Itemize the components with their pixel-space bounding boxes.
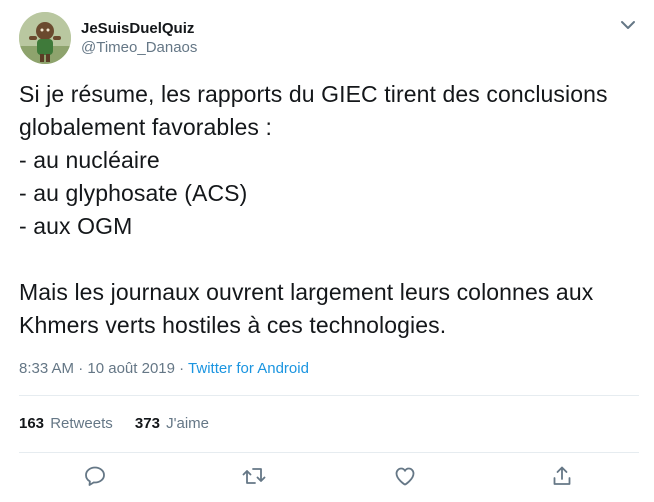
share-button[interactable] (548, 462, 576, 490)
retweet-button[interactable] (240, 462, 268, 490)
tweet-metadata: 8:33 AM · 10 août 2019 · Twitter for And… (19, 359, 309, 379)
more-options-button[interactable] (617, 14, 639, 36)
likes-label: J'aime (166, 415, 209, 432)
divider (19, 452, 639, 453)
retweets-count: 163 (19, 415, 45, 432)
heart-icon (395, 467, 415, 486)
tweet-header: JeSuisDuelQuiz @Timeo_Danaos (19, 12, 639, 64)
user-handle[interactable]: @Timeo_Danaos (81, 38, 197, 57)
retweets-stat[interactable]: 163 Retweets (19, 414, 113, 434)
tweet-text: Si je résume, les rapports du GIEC tiren… (19, 81, 608, 338)
likes-stat[interactable]: 373 J'aime (135, 414, 209, 434)
tweet-card: JeSuisDuelQuiz @Timeo_Danaos Si je résum… (0, 0, 654, 502)
chevron-down-icon (621, 21, 635, 29)
meta-separator-2: · (174, 360, 189, 377)
avatar[interactable] (19, 12, 71, 64)
meta-separator: · (74, 360, 88, 377)
reply-button[interactable] (81, 462, 109, 490)
display-name[interactable]: JeSuisDuelQuiz (81, 19, 197, 38)
user-names: JeSuisDuelQuiz @Timeo_Danaos (81, 19, 197, 57)
likes-count: 373 (134, 415, 160, 432)
tweet-actions (0, 462, 654, 490)
tweet-source-link[interactable]: Twitter for Android (188, 360, 309, 377)
tweet-stats: 163 Retweets 373 J'aime (19, 414, 227, 434)
tweet-date[interactable]: 10 août 2019 (87, 360, 175, 377)
divider (19, 395, 639, 396)
avatar-image (19, 12, 71, 64)
retweet-icon (242, 468, 266, 484)
reply-icon (85, 466, 105, 486)
like-button[interactable] (391, 462, 419, 490)
tweet-time[interactable]: 8:33 AM (19, 360, 74, 377)
retweets-label: Retweets (50, 415, 113, 432)
share-icon (553, 466, 571, 485)
